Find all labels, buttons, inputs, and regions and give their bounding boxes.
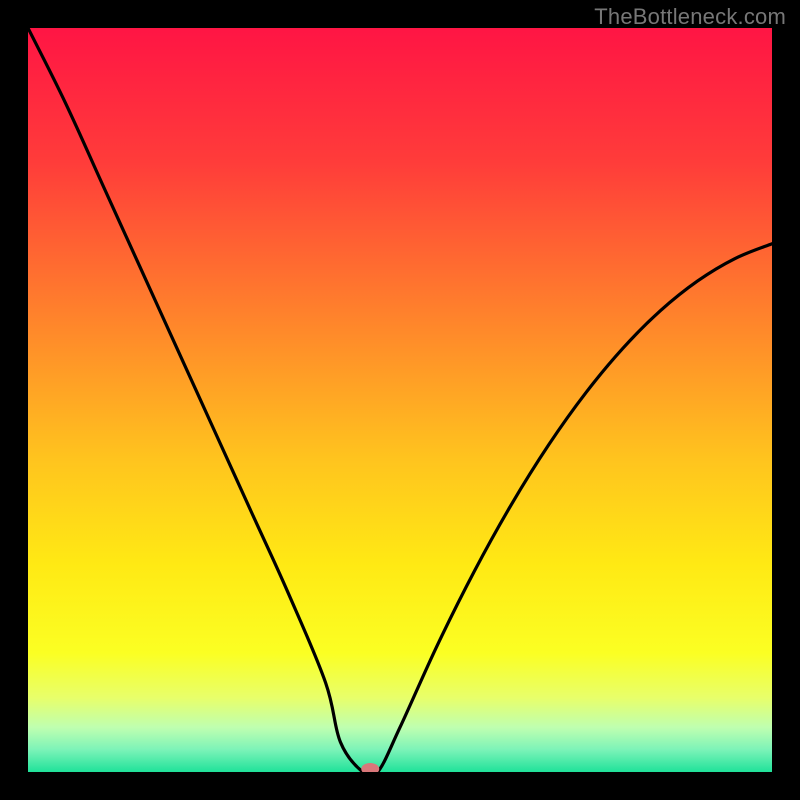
gradient-background xyxy=(28,28,772,772)
chart-svg xyxy=(28,28,772,772)
plot-area xyxy=(28,28,772,772)
chart-frame: TheBottleneck.com xyxy=(0,0,800,800)
watermark-text: TheBottleneck.com xyxy=(594,4,786,30)
